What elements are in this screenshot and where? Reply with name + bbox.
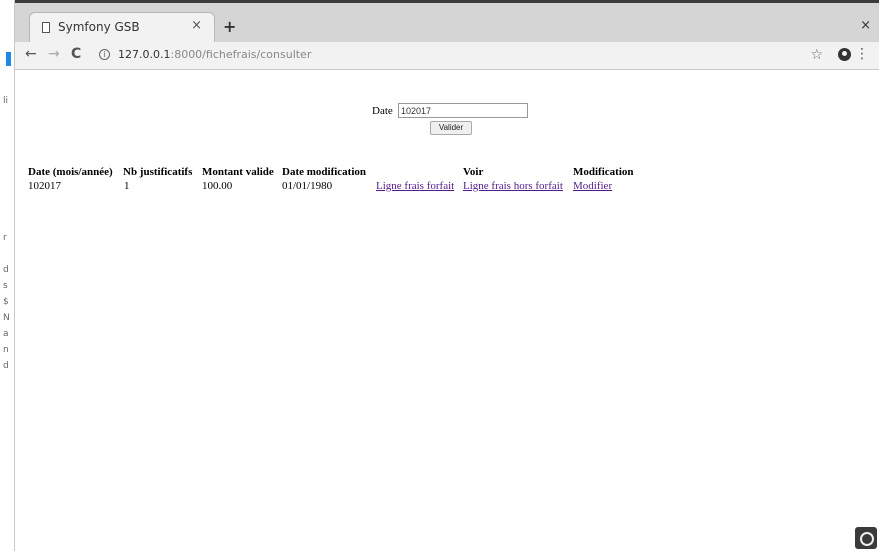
browser-toolbar: ← → C i 127.0.0.1:8000/fichefrais/consul… — [15, 42, 879, 70]
close-window-icon[interactable]: × — [860, 18, 871, 33]
background-text: d — [3, 265, 9, 275]
new-tab-icon[interactable]: + — [223, 17, 236, 36]
overlay-app-icon[interactable] — [855, 527, 877, 549]
page-icon — [42, 22, 50, 33]
background-text: r — [3, 233, 7, 243]
background-text: a — [3, 329, 9, 339]
browser-window: Symfony GSB × + × ← → C i 127.0.0.1:8000… — [14, 0, 879, 551]
background-window-accent — [6, 52, 11, 66]
tab-strip: Symfony GSB × + × — [15, 0, 879, 42]
background-text: $ — [3, 297, 9, 307]
menu-icon[interactable]: ⋮ — [855, 46, 869, 62]
cell-nb-justificatifs: 1 — [124, 180, 130, 192]
date-label: Date — [372, 105, 393, 117]
back-arrow-icon[interactable]: ← — [25, 46, 37, 62]
page-content: Date Valider Date (mois/année) Nb justif… — [15, 70, 879, 551]
address-bar[interactable]: 127.0.0.1:8000/fichefrais/consulter — [118, 48, 311, 61]
background-window-edge: li r d s $ N a n d — [0, 0, 14, 551]
link-modifier[interactable]: Modifier — [573, 180, 612, 192]
forward-arrow-icon[interactable]: → — [48, 46, 60, 62]
header-montant-valide: Montant valide — [202, 166, 274, 178]
background-text: n — [3, 345, 9, 355]
header-voir: Voir — [463, 166, 484, 178]
site-info-icon[interactable]: i — [99, 49, 110, 60]
close-tab-icon[interactable]: × — [191, 18, 202, 33]
bookmark-star-icon[interactable]: ☆ — [810, 47, 823, 63]
tab-title: Symfony GSB — [58, 20, 140, 34]
header-date-modification: Date modification — [282, 166, 367, 178]
header-modification: Modification — [573, 166, 634, 178]
url-path: :8000/fichefrais/consulter — [170, 48, 312, 61]
header-nb-justificatifs: Nb justificatifs — [123, 166, 193, 178]
url-host: 127.0.0.1 — [118, 48, 171, 61]
background-text: li — [3, 96, 9, 106]
profile-icon[interactable] — [838, 48, 851, 61]
background-text: d — [3, 361, 9, 371]
link-ligne-frais-forfait[interactable]: Ligne frais forfait — [376, 180, 454, 192]
date-input[interactable] — [398, 103, 528, 118]
reload-icon[interactable]: C — [71, 46, 81, 62]
header-date: Date (mois/année) — [28, 166, 113, 178]
tab-symfony-gsb[interactable]: Symfony GSB × — [29, 12, 215, 42]
valider-button[interactable]: Valider — [430, 121, 472, 135]
background-text: s — [3, 281, 8, 291]
cell-date: 102017 — [28, 180, 61, 192]
cell-montant-valide: 100.00 — [202, 180, 233, 192]
link-ligne-frais-hors-forfait[interactable]: Ligne frais hors forfait — [463, 180, 563, 192]
background-text: N — [3, 313, 10, 323]
cell-date-modification: 01/01/1980 — [282, 180, 333, 192]
